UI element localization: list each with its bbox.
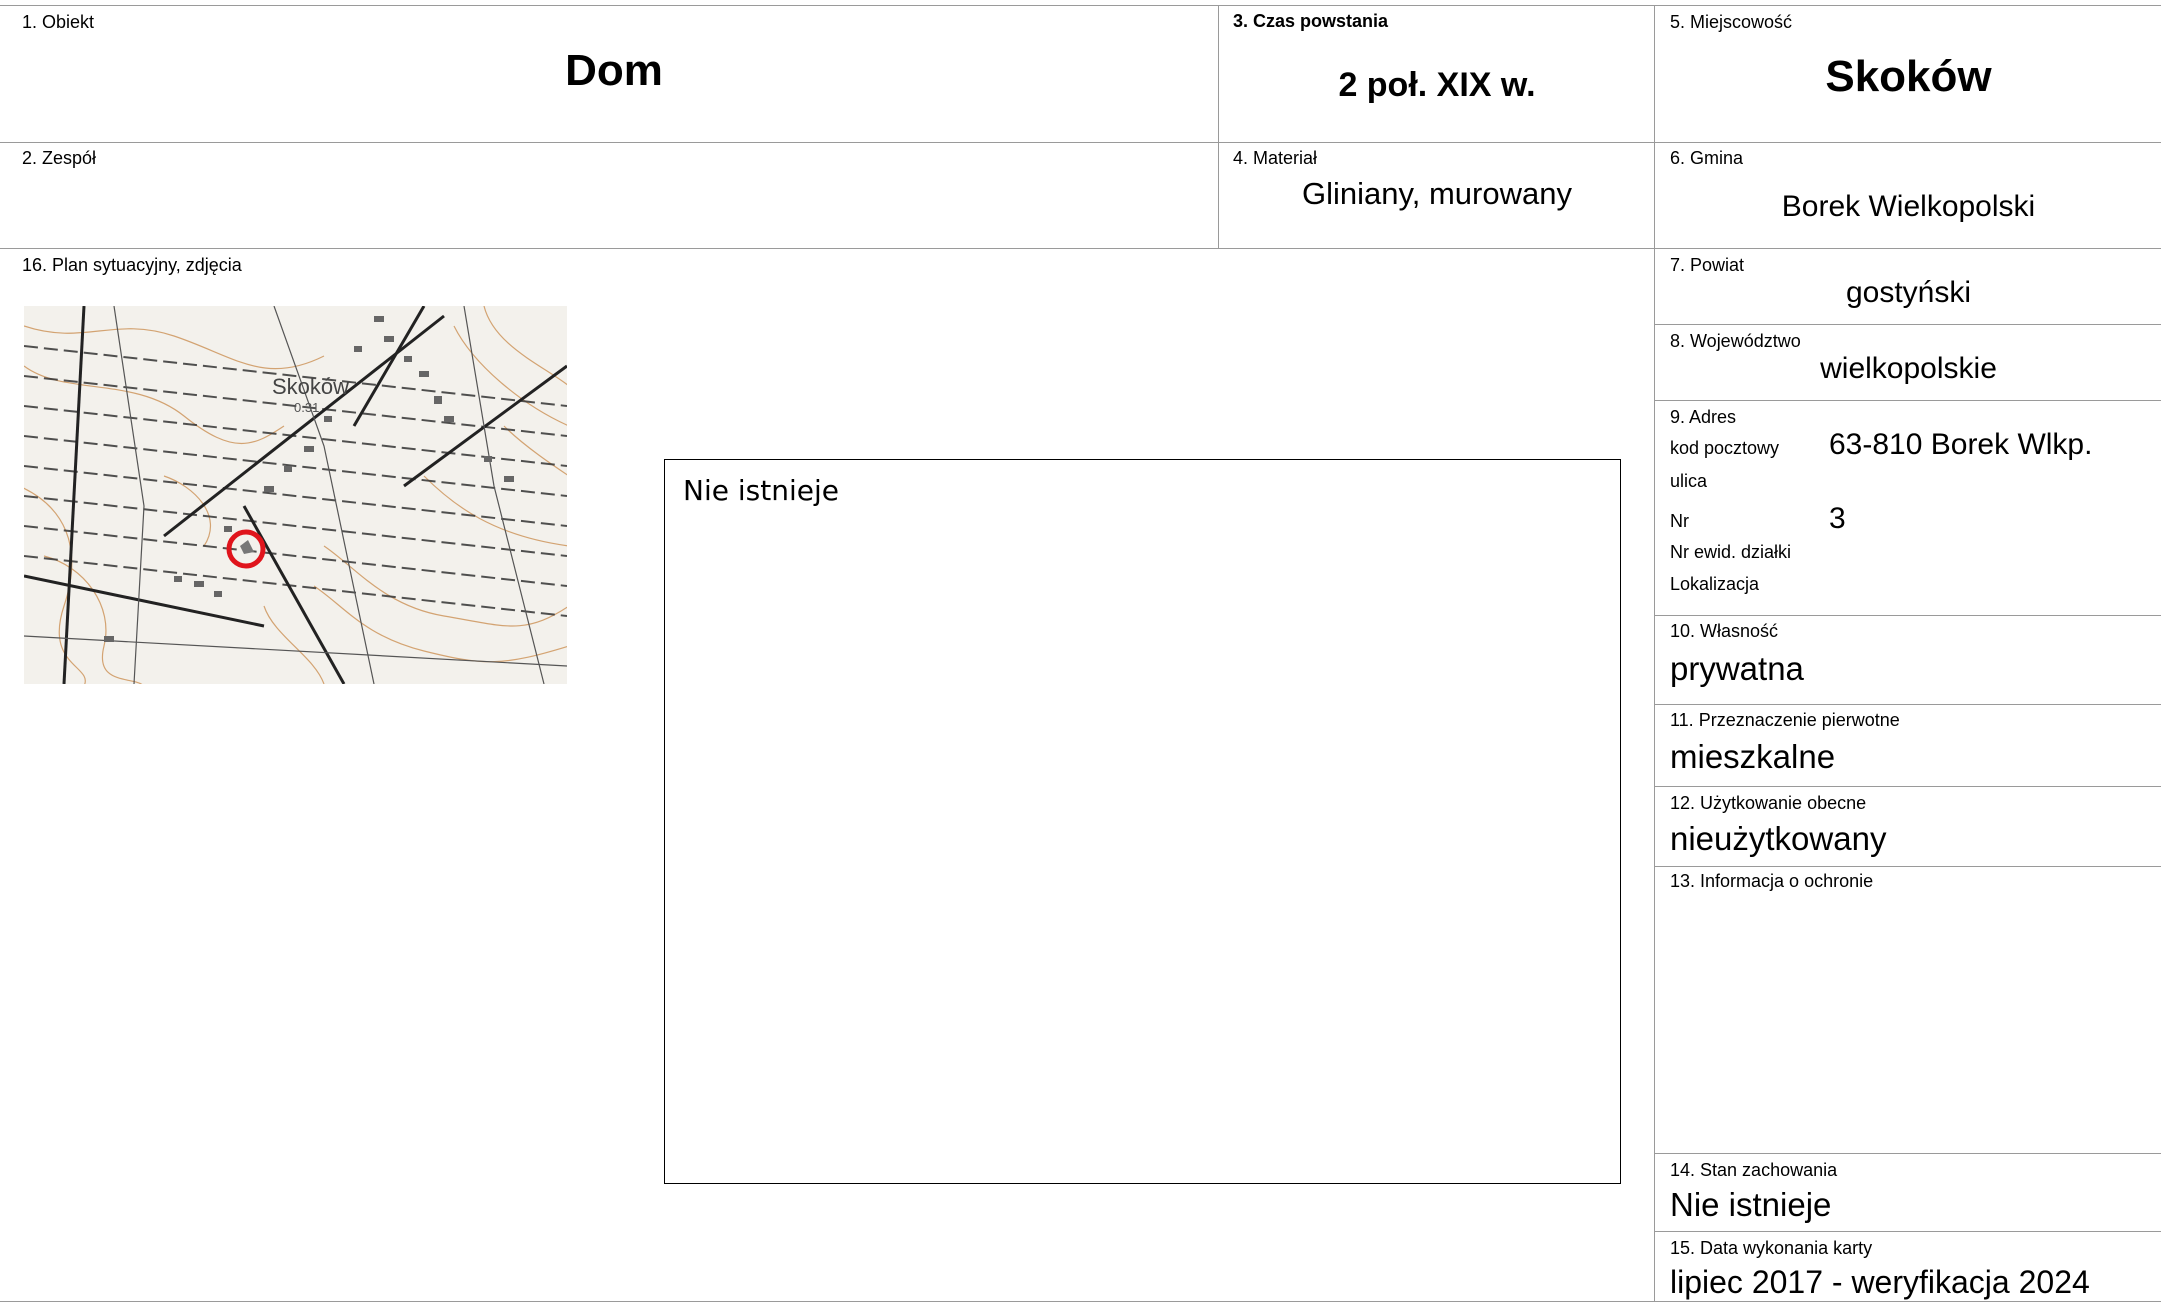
nr-label: Nr	[1670, 511, 1689, 531]
rule-stan	[1654, 1231, 2161, 1232]
rule-bottom	[0, 1301, 2161, 1302]
stan-label: 14. Stan zachowania	[1670, 1160, 1838, 1180]
rule-powiat	[1654, 324, 2161, 325]
obiekt-label: 1. Obiekt	[22, 12, 95, 32]
data-label: 15. Data wykonania karty	[1670, 1238, 1873, 1258]
wojewodztwo-value: wielkopolskie	[1820, 352, 1997, 385]
plan-label: 16. Plan sytuacyjny, zdjęcia	[22, 255, 242, 275]
photo-placeholder-text: Nie istnieje	[683, 474, 839, 507]
map-sub-label: 0.31	[294, 400, 319, 415]
map-place-label: Skoków	[272, 374, 349, 399]
ulica-label: ulica	[1670, 471, 1708, 491]
photo-frame: Nie istnieje	[664, 459, 1621, 1184]
stan-value: Nie istnieje	[1670, 1186, 1832, 1223]
adres-label: 9. Adres	[1670, 407, 1737, 427]
gmina-value: Borek Wielkopolski	[1781, 190, 2036, 223]
zespol-label: 2. Zespół	[22, 148, 97, 168]
wlasnosc-label: 10. Własność	[1670, 621, 1779, 641]
miejscowosc-value: Skoków	[1825, 52, 1992, 101]
powiat-value: gostyński	[1845, 276, 1972, 309]
data-value: lipiec 2017 - weryfikacja 2024	[1670, 1264, 2090, 1300]
rule-uzytk	[1654, 866, 2161, 867]
kod-value: 63-810 Borek Wlkp.	[1829, 428, 2093, 461]
gmina-label: 6. Gmina	[1670, 148, 1744, 168]
wlasnosc-value: prywatna	[1670, 650, 1804, 687]
przeznaczenie-value: mieszkalne	[1670, 738, 1836, 775]
lokalizacja-label: Lokalizacja	[1670, 574, 1760, 594]
rule-ochrona	[1654, 1153, 2161, 1154]
ochrona-label: 13. Informacja o ochronie	[1670, 871, 1874, 891]
czas-label: 3. Czas powstania	[1233, 11, 1389, 31]
przeznaczenie-label: 11. Przeznaczenie pierwotne	[1670, 710, 1900, 730]
rule-wlasnosc	[1654, 704, 2161, 705]
rule-row2	[0, 248, 2161, 249]
material-value: Gliniany, murowany	[1302, 176, 1572, 211]
kod-label: kod pocztowy	[1670, 438, 1780, 458]
uzytkowanie-label: 12. Użytkowanie obecne	[1670, 793, 1867, 813]
wojewodztwo-label: 8. Województwo	[1670, 331, 1801, 351]
rule-woj	[1654, 400, 2161, 401]
obiekt-value: Dom	[565, 46, 663, 95]
rule-przezn	[1654, 786, 2161, 787]
rule-row1	[0, 142, 2161, 143]
rule-top	[0, 5, 2161, 6]
rule-col1	[1218, 5, 1219, 249]
dzialka-label: Nr ewid. działki	[1670, 542, 1792, 562]
material-label: 4. Materiał	[1233, 148, 1318, 168]
powiat-label: 7. Powiat	[1670, 255, 1745, 275]
situation-map: Skoków 0.31	[24, 306, 567, 684]
rule-col2	[1654, 5, 1655, 1301]
miejscowosc-label: 5. Miejscowość	[1670, 12, 1793, 32]
czas-value: 2 poł. XIX w.	[1338, 66, 1536, 104]
nr-value: 3	[1829, 502, 1846, 535]
rule-adres	[1654, 615, 2161, 616]
uzytkowanie-value: nieużytkowany	[1670, 820, 1887, 857]
